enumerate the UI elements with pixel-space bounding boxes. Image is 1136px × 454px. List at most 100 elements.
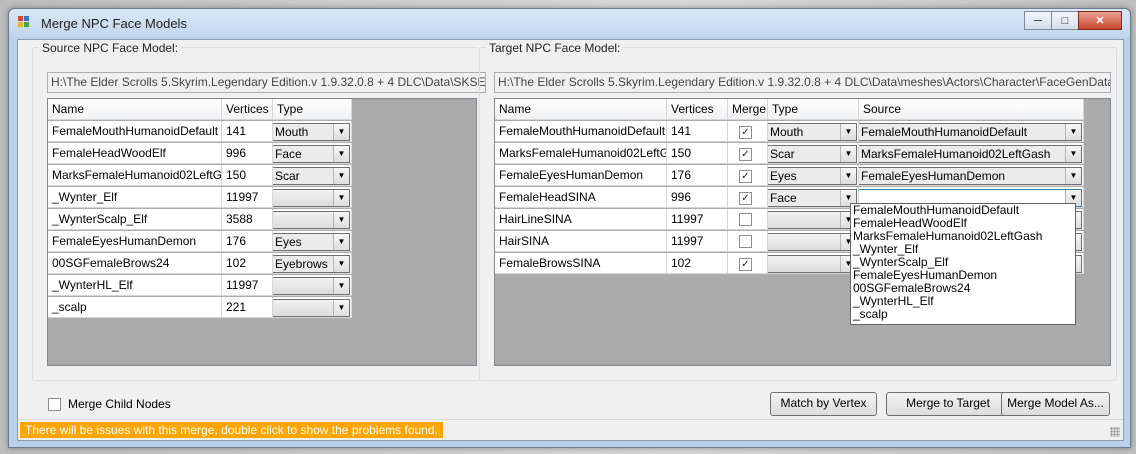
table-row[interactable]: MarksFemaleHumanoid02LeftGash150Scar ▼ [48,165,352,187]
header-name[interactable]: Name [495,99,667,120]
table-row[interactable]: FemaleMouthHumanoidDefault 141 Mouth ▼ [48,121,352,143]
merge-checkbox[interactable] [739,213,752,226]
match-by-vertex-button[interactable]: Match by Vertex [770,392,877,416]
table-row[interactable]: 00SGFemaleBrows24 102 Eyebrows ▼ [48,253,352,275]
type-combo[interactable]: ▼ [273,211,350,229]
cell-type[interactable]: ▼ [273,209,352,230]
cell-type[interactable]: ▼ [273,187,352,208]
type-combo[interactable]: Eyes ▼ [273,233,350,251]
table-row[interactable]: _scalp 221 ▼ [48,297,352,319]
merge-checkbox[interactable]: ✓ [739,258,752,271]
chevron-down-icon[interactable]: ▼ [333,278,349,294]
type-combo[interactable]: Mouth ▼ [768,123,857,141]
cell-merge[interactable] [728,209,768,230]
chevron-down-icon[interactable]: ▼ [840,124,856,140]
target-path-field[interactable]: H:\The Elder Scrolls 5.Skyrim.Legendary … [494,72,1111,93]
chevron-down-icon[interactable]: ▼ [333,234,349,250]
header-vertices[interactable]: Vertices [222,99,273,120]
merge-child-checkbox[interactable] [48,397,61,411]
cell-type[interactable]: ▼ [768,209,859,230]
source-grid[interactable]: Name Vertices Type FemaleMouthHumanoidDefau… [47,98,477,366]
header-name[interactable]: Name [48,99,222,120]
source-path-field[interactable]: H:\The Elder Scrolls 5.Skyrim.Legendary … [47,72,486,93]
type-combo[interactable]: Mouth ▼ [273,123,350,141]
cell-type[interactable]: Scar ▼ [768,143,859,164]
cell-type[interactable]: Scar ▼ [273,165,352,186]
cell-type[interactable]: Eyes ▼ [768,165,859,186]
merge-model-as-button[interactable]: Merge Model As... [1001,392,1110,416]
table-row[interactable]: FemaleHeadWoodElf 996 Face ▼ [48,143,352,165]
cell-source[interactable]: FemaleMouthHumanoidDefault ▼ [859,121,1084,142]
cell-source[interactable]: FemaleEyesHumanDemon ▼ [859,165,1084,186]
merge-child-nodes[interactable]: Merge Child Nodes [48,397,171,411]
table-row[interactable]: MarksFemaleHumanoid02LeftGash150✓Scar▼Ma… [495,143,1084,165]
cell-merge[interactable]: ✓ [728,143,768,164]
source-combo[interactable]: FemaleMouthHumanoidDefault ▼ [859,123,1082,141]
header-merge[interactable]: Merge [728,99,768,120]
cell-type[interactable]: ▼ [768,231,859,252]
type-combo[interactable]: Scar ▼ [273,167,350,185]
status-message[interactable]: There will be issues with this merge, do… [20,422,443,438]
merge-checkbox[interactable]: ✓ [739,126,752,139]
type-combo[interactable]: Face ▼ [768,189,857,207]
type-combo[interactable]: ▼ [768,211,857,229]
type-combo[interactable]: ▼ [768,233,857,251]
header-vertices[interactable]: Vertices [667,99,728,120]
source-dropdown-list[interactable]: FemaleMouthHumanoidDefault FemaleHeadWood… [850,203,1076,325]
chevron-down-icon[interactable]: ▼ [333,190,349,206]
chevron-down-icon[interactable]: ▼ [840,168,856,184]
type-combo[interactable]: Face ▼ [273,145,350,163]
chevron-down-icon[interactable]: ▼ [1065,146,1081,162]
type-combo[interactable]: ▼ [273,277,350,295]
type-combo[interactable]: Eyes ▼ [768,167,857,185]
chevron-down-icon[interactable]: ▼ [1065,168,1081,184]
dropdown-option[interactable]: _scalp [851,308,1075,321]
cell-type[interactable]: Face ▼ [273,143,352,164]
header-type[interactable]: Type [273,99,352,120]
merge-checkbox[interactable]: ✓ [739,148,752,161]
table-row[interactable]: _Wynter_Elf 11997 ▼ [48,187,352,209]
chevron-down-icon[interactable]: ▼ [333,168,349,184]
cell-type[interactable]: ▼ [273,275,352,296]
cell-merge[interactable]: ✓ [728,187,768,208]
cell-type[interactable]: ▼ [273,297,352,318]
header-type[interactable]: Type [768,99,859,120]
cell-type[interactable]: Mouth ▼ [768,121,859,142]
chevron-down-icon[interactable]: ▼ [1065,124,1081,140]
header-source[interactable]: Source [859,99,1084,120]
chevron-down-icon[interactable]: ▼ [840,146,856,162]
merge-checkbox[interactable] [739,235,752,248]
table-row[interactable]: FemaleEyesHumanDemon 176 Eyes ▼ [48,231,352,253]
type-combo[interactable]: ▼ [273,189,350,207]
cell-type[interactable]: ▼ [768,253,859,274]
close-icon[interactable]: ✕ [1078,11,1122,30]
cell-type[interactable]: Mouth ▼ [273,121,352,142]
type-combo[interactable]: ▼ [273,299,350,317]
cell-merge[interactable]: ✓ [728,165,768,186]
cell-merge[interactable]: ✓ [728,121,768,142]
cell-type[interactable]: Face ▼ [768,187,859,208]
cell-merge[interactable]: ✓ [728,253,768,274]
type-combo[interactable]: Eyebrows ▼ [273,255,350,273]
resize-grip[interactable] [1110,427,1120,437]
table-row[interactable]: _WynterHL_Elf 11997 ▼ [48,275,352,297]
chevron-down-icon[interactable]: ▼ [333,256,349,272]
title-bar[interactable]: Merge NPC Face Models ─ □ ✕ [9,9,1130,37]
cell-merge[interactable] [728,231,768,252]
merge-checkbox[interactable]: ✓ [739,192,752,205]
table-row[interactable]: FemaleEyesHumanDemon 176 ✓ Eyes ▼ FemaleEyesH… [495,165,1084,187]
merge-to-target-button[interactable]: Merge to Target [886,392,1010,416]
type-combo[interactable]: Scar ▼ [768,145,857,163]
cell-type[interactable]: Eyebrows ▼ [273,253,352,274]
source-combo[interactable]: FemaleEyesHumanDemon ▼ [859,167,1082,185]
chevron-down-icon[interactable]: ▼ [333,300,349,316]
chevron-down-icon[interactable]: ▼ [333,212,349,228]
minimize-icon[interactable]: ─ [1024,11,1052,30]
chevron-down-icon[interactable]: ▼ [333,124,349,140]
maximize-icon[interactable]: □ [1051,11,1079,30]
cell-source[interactable]: MarksFemaleHumanoid02LeftGash ▼ [859,143,1084,164]
table-row[interactable]: _WynterScalp_Elf 3588 ▼ [48,209,352,231]
merge-checkbox[interactable]: ✓ [739,170,752,183]
cell-type[interactable]: Eyes ▼ [273,231,352,252]
source-combo[interactable]: MarksFemaleHumanoid02LeftGash ▼ [859,145,1082,163]
